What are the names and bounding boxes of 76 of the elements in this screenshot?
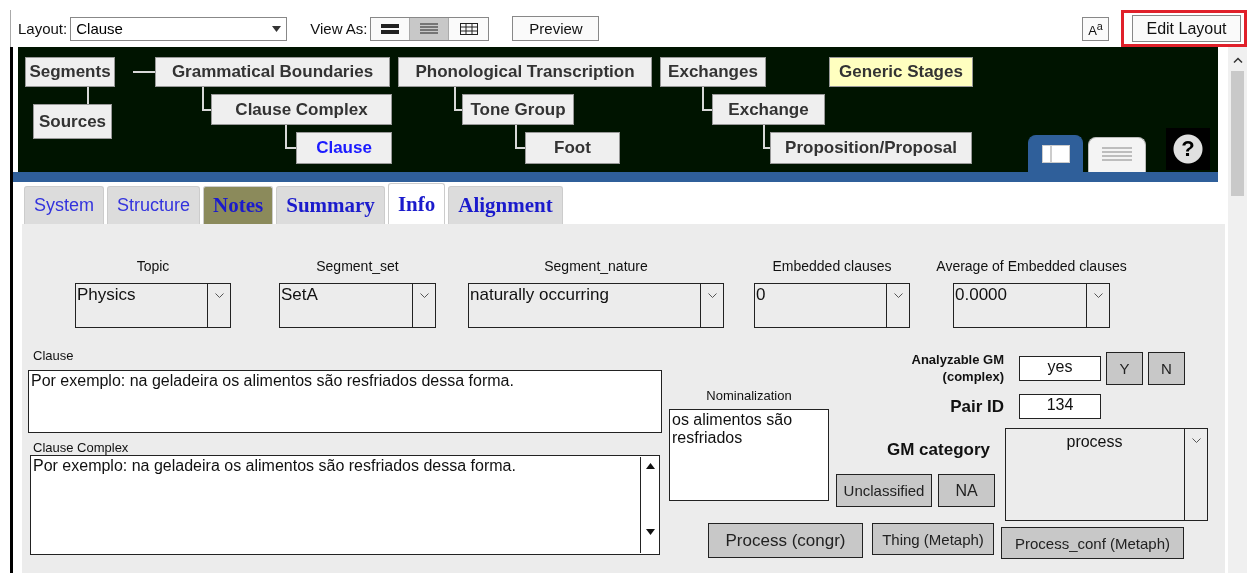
chevron-down-icon [707, 293, 717, 298]
tab[interactable]: Info [387, 183, 446, 224]
action-button[interactable]: Process_conf (Metaph) [1001, 527, 1184, 559]
navigator-node[interactable]: Phonological Transcription [398, 57, 652, 87]
preview-button[interactable]: Preview [512, 16, 600, 41]
dropdown-field[interactable]: process [1005, 428, 1208, 521]
field-label: Segment_nature [544, 258, 648, 274]
dropdown-field[interactable]: SetA [279, 283, 436, 328]
chevron-up-icon [1232, 57, 1243, 63]
navigator-node[interactable]: Generic Stages [829, 57, 973, 87]
tab[interactable]: System [24, 186, 104, 224]
help-button[interactable]: ? [1166, 128, 1210, 170]
list-view-button[interactable] [410, 17, 450, 40]
chevron-down-icon [214, 293, 224, 298]
list-view-icon [420, 22, 439, 35]
field-label: Average of Embedded clauses [936, 258, 1127, 274]
chevron-down-icon [1093, 293, 1103, 298]
field-text: Por exemplo: na geladeira os alimentos são resfriados dessa forma. [33, 457, 516, 476]
table-view-button[interactable] [449, 17, 489, 40]
navigator-node[interactable]: Clause Complex [211, 94, 392, 125]
field-label: Topic [136, 258, 170, 274]
dropdown-field[interactable]: naturally occurring [468, 283, 724, 328]
table-view-icon [460, 22, 478, 35]
field-label: Clause Complex [33, 440, 130, 455]
text-field[interactable]: yes [1019, 355, 1101, 381]
layout-label: Layout: [18, 20, 68, 37]
navigator-node[interactable]: Segments [25, 57, 115, 87]
connector-line [87, 86, 89, 105]
category-button[interactable]: Unclassified [836, 474, 932, 507]
dropdown-field[interactable]: Physics [75, 283, 231, 328]
down-arrow-icon [645, 529, 655, 535]
navigator-node[interactable]: Proposition/Proposal [770, 132, 972, 164]
layout-dropdown[interactable]: Clause [70, 16, 288, 41]
panel-icon [1041, 145, 1070, 163]
action-button[interactable]: Thing (Metaph) [872, 523, 994, 555]
option-button[interactable]: Y [1106, 351, 1143, 385]
field-label: Segment_set [316, 258, 399, 274]
navigator-node[interactable]: Foot [525, 132, 620, 164]
scrollbar-thumb[interactable] [1231, 71, 1244, 196]
tab[interactable]: Structure [107, 186, 201, 224]
category-button[interactable]: NA [938, 474, 995, 507]
scrollbar[interactable] [1228, 47, 1247, 573]
dropdown-field[interactable]: 0 [754, 283, 910, 328]
form-view-button[interactable] [371, 17, 411, 40]
form-view-icon [381, 22, 400, 35]
text-size-button[interactable]: A$^{a}$ [1082, 16, 1109, 41]
field-label: Pair ID [949, 396, 1004, 417]
action-button[interactable]: Process (congr) [708, 523, 863, 558]
view-as-label: View As: [310, 20, 368, 37]
text-field[interactable]: Por exemplo: na geladeira os alimentos são resfriados dessa forma. [30, 455, 660, 555]
field-label: Nominalization [706, 388, 792, 403]
edit-layout-button[interactable]: Edit Layout [1132, 15, 1241, 42]
text-field[interactable]: 134 [1019, 394, 1101, 419]
navigator-node[interactable]: Exchanges [660, 57, 766, 87]
list-icon [1102, 146, 1132, 164]
up-arrow-icon [645, 463, 655, 469]
option-button[interactable]: N [1148, 351, 1185, 385]
tab[interactable]: Alignment [448, 186, 563, 224]
field-label: Analyzable GM (complex) [910, 351, 1004, 385]
field-label: GM category [887, 440, 990, 460]
chevron-down-icon [893, 293, 903, 298]
chevron-down-icon [1191, 438, 1201, 443]
navigator-node[interactable]: Tone Group [462, 94, 574, 125]
caret-icon [272, 25, 282, 32]
navigator-node[interactable]: Clause [296, 132, 392, 164]
navigator-node[interactable]: Grammatical Boundaries [155, 57, 390, 87]
text-field[interactable]: Por exemplo: na geladeira os alimentos são resfriados dessa forma. [28, 370, 662, 433]
tab[interactable]: Summary [276, 186, 385, 224]
navigator-node[interactable]: Exchange [712, 94, 825, 125]
navigator-node[interactable]: Sources [33, 104, 112, 139]
form-view-tab[interactable] [1028, 135, 1083, 172]
field-label: Embedded clauses [772, 258, 892, 274]
dropdown-field[interactable]: 0.0000 [953, 283, 1110, 328]
field-label: Clause [33, 348, 75, 363]
chevron-down-icon [419, 293, 429, 298]
text-field[interactable]: os alimentos são resfriados [669, 409, 829, 501]
